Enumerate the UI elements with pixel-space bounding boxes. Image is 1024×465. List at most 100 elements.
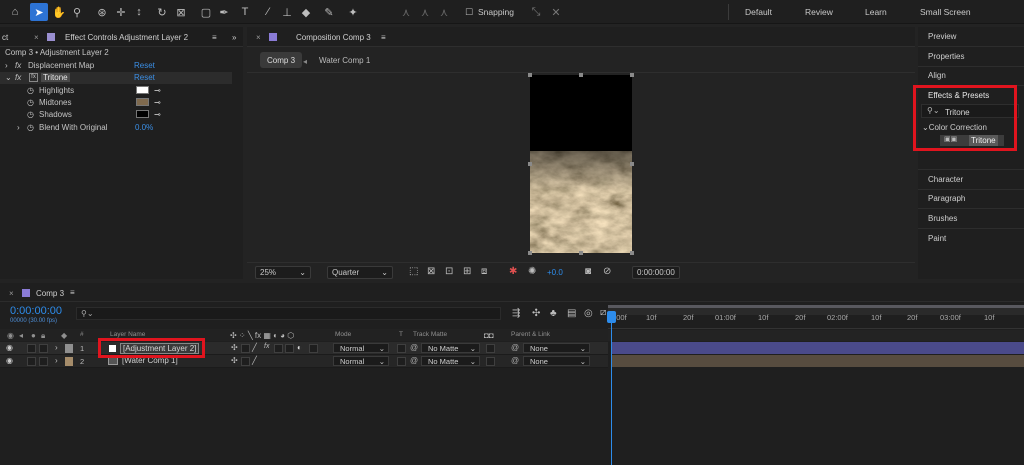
panel-menu-icon[interactable]: ≡ (212, 33, 217, 42)
pickwhip-icon[interactable]: @ (410, 356, 418, 365)
view-axis-icon[interactable]: ⋏ (435, 3, 453, 21)
chevron-right-icon[interactable]: › (17, 123, 20, 132)
zoom-icon[interactable]: ⚲ (68, 3, 86, 21)
lock-switch-icon[interactable]: 🔒︎ (41, 331, 45, 341)
region-of-interest-icon[interactable]: ⬚ (409, 266, 418, 277)
layer-mode-dropdown[interactable]: Normal ⌄ (333, 343, 389, 353)
video-switch-icon[interactable]: ◉ (7, 331, 14, 340)
properties-panel-header[interactable]: Properties (928, 52, 964, 61)
quality-switch-icon[interactable]: ╱ (252, 356, 257, 365)
midtones-color-swatch[interactable] (136, 98, 149, 106)
orbit-icon[interactable]: ⊛ (93, 3, 111, 21)
preserve-transparency-toggle[interactable] (397, 357, 406, 366)
eyedropper-icon[interactable]: ⊸ (154, 86, 161, 95)
layer-bar-adjustment[interactable] (612, 342, 1024, 354)
track-matte-dropdown[interactable]: No Matte ⌄ (421, 356, 480, 366)
hand-icon[interactable]: ✋ (50, 3, 68, 21)
eye-visibility-icon[interactable]: ◉ (6, 343, 13, 352)
playhead-line[interactable] (611, 311, 612, 465)
timeline-search-input[interactable]: ⚲⌄ (76, 307, 501, 320)
zoom-dropdown[interactable]: 25% ⌄ (255, 266, 311, 279)
solo-switch-icon[interactable]: ● (31, 331, 36, 340)
parent-pickwhip-icon[interactable]: @ (511, 356, 519, 365)
pickwhip-icon[interactable]: @ (410, 343, 418, 352)
reset-link[interactable]: Reset (134, 61, 155, 70)
playhead-handle[interactable] (607, 311, 616, 323)
timeline-current-time[interactable]: 0:00:00:00 (10, 305, 62, 317)
eyedropper-icon[interactable]: ⊸ (154, 98, 161, 107)
stamp-icon[interactable]: ⊥ (278, 3, 296, 21)
layer-bar-water-comp[interactable] (612, 355, 1024, 367)
stopwatch-icon[interactable]: ◷ (27, 110, 34, 119)
chevron-right-icon[interactable]: › (5, 61, 8, 70)
parent-dropdown[interactable]: None ⌄ (523, 343, 590, 353)
label-color-swatch[interactable] (65, 357, 73, 366)
stopwatch-icon[interactable]: ◷ (27, 123, 34, 132)
transform-handle[interactable] (528, 73, 532, 77)
chevron-right-icon[interactable]: › (55, 356, 58, 365)
parent-pickwhip-icon[interactable]: @ (511, 343, 519, 352)
transform-handle[interactable] (630, 162, 634, 166)
type-icon[interactable]: T (236, 3, 254, 21)
audio-switch-icon[interactable]: ◂ (19, 331, 23, 340)
guides-icon[interactable]: ⊞ (463, 266, 471, 277)
anchor-icon[interactable]: ⊠ (172, 3, 190, 21)
brush-icon[interactable]: ⁄ (259, 3, 277, 21)
stopwatch-icon[interactable]: ◷ (27, 98, 34, 107)
roto-brush-icon[interactable]: ✎ (320, 3, 338, 21)
eyedropper-icon[interactable]: ⊸ (154, 110, 161, 119)
safe-margins-icon[interactable]: ⧈ (481, 266, 487, 277)
preview-panel-header[interactable]: Preview (928, 32, 956, 41)
column-mode[interactable]: Mode (335, 331, 351, 338)
layer-mode-dropdown[interactable]: Normal ⌄ (333, 356, 389, 366)
align-panel-header[interactable]: Align (928, 71, 946, 80)
preserve-transparency-toggle[interactable] (397, 344, 406, 353)
mask-visibility-icon[interactable]: ⊡ (445, 266, 453, 277)
close-icon[interactable]: × (9, 289, 14, 298)
eraser-icon[interactable]: ◆ (297, 3, 315, 21)
frame-blend-switch[interactable] (274, 344, 283, 353)
lock-toggle[interactable] (39, 357, 48, 366)
3d-layer-switch[interactable] (309, 344, 318, 353)
transform-handle[interactable] (528, 251, 532, 255)
timeline-tab[interactable]: Comp 3 (36, 289, 64, 298)
dolly-icon[interactable]: ↕ (130, 3, 148, 21)
draft-3d-icon[interactable]: ✣ (532, 308, 540, 319)
fx-icon[interactable]: fx (15, 61, 21, 70)
effect-tritone-row[interactable]: ⌄ fx fx Tritone Reset (0, 72, 232, 84)
adjustment-layer-switch-icon[interactable]: ◐ (297, 343, 302, 352)
motion-blur-switch[interactable] (285, 344, 294, 353)
channel-icon[interactable]: ✱ (509, 266, 517, 277)
subtab-water-comp-1[interactable]: Water Comp 1 (319, 56, 370, 65)
stopwatch-icon[interactable]: ◷ (27, 86, 34, 95)
panel-menu-icon[interactable]: ≡ (70, 288, 75, 297)
rectangle-icon[interactable]: ▢ (197, 3, 215, 21)
matte-invert-toggle[interactable] (486, 357, 495, 366)
shadows-color-swatch[interactable] (136, 110, 149, 118)
label-color-swatch[interactable] (65, 344, 73, 353)
puppet-pin-icon[interactable]: ✦ (344, 3, 362, 21)
exposure-reset-icon[interactable]: ✺ (528, 266, 536, 277)
snap-point-icon[interactable]: ✕ (547, 3, 565, 21)
audio-toggle[interactable] (27, 357, 36, 366)
workspace-default[interactable]: Default (745, 7, 772, 17)
shy-switch-icon[interactable]: ✣ (231, 343, 238, 352)
subtab-comp-3[interactable]: Comp 3 (260, 52, 303, 68)
collapse-switch[interactable] (241, 357, 250, 366)
close-icon[interactable]: × (256, 33, 261, 42)
exposure-value[interactable]: +0.0 (547, 268, 563, 277)
column-layer-name[interactable]: Layer Name (110, 331, 145, 338)
quality-switch-icon[interactable]: ╱ (252, 343, 257, 352)
close-icon[interactable]: × (34, 33, 39, 42)
panel-menu-icon[interactable]: ≡ (381, 33, 386, 42)
parent-dropdown[interactable]: None ⌄ (523, 356, 590, 366)
transform-handle[interactable] (579, 251, 583, 255)
workspace-small-screen[interactable]: Small Screen (920, 7, 971, 17)
lock-toggle[interactable] (39, 344, 48, 353)
resolution-dropdown[interactable]: Quarter ⌄ (327, 266, 393, 279)
rotate-icon[interactable]: ↻ (153, 3, 171, 21)
snapshot-camera-icon[interactable]: ◙ (585, 266, 591, 277)
paint-panel-header[interactable]: Paint (928, 234, 946, 243)
layer-row[interactable]: ◉ › 2 [Water Comp 1] ✣ ╱ Normal ⌄ @ No Ma… (0, 355, 608, 368)
current-time-display[interactable]: 0:00:00:00 (632, 266, 680, 279)
